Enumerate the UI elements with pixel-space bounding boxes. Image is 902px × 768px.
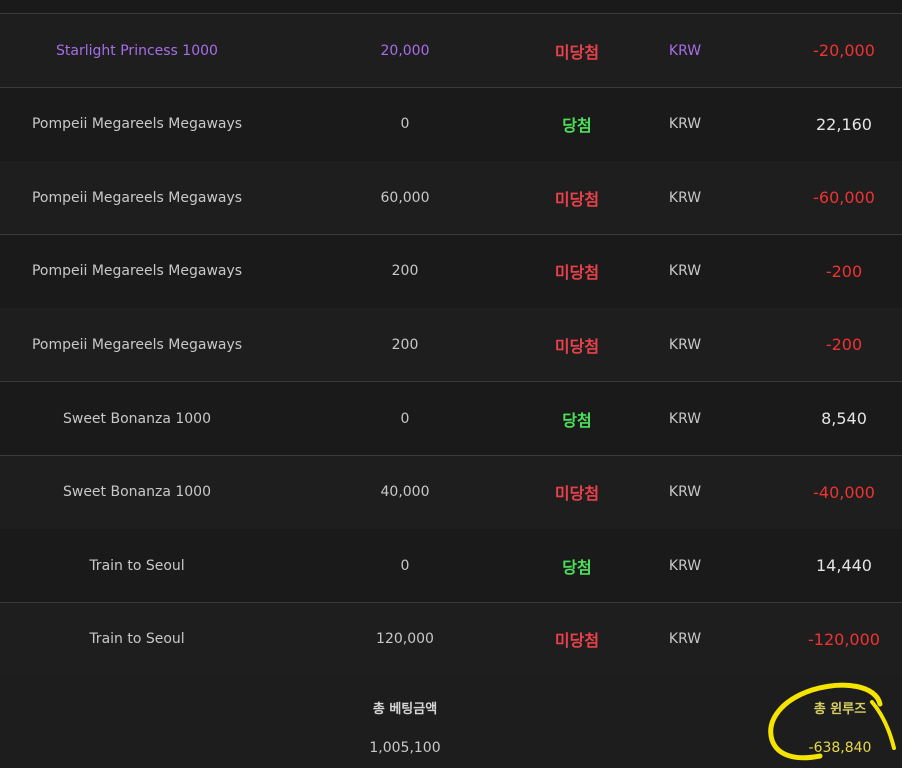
bet-amount-cell: 60,000: [380, 189, 430, 206]
total-winloss-value: -638,840: [808, 740, 872, 756]
game-name-cell: Sweet Bonanza 1000: [62, 484, 211, 501]
result-status-cell: 당첨: [562, 116, 592, 136]
game-name-cell: Train to Seoul: [89, 557, 185, 574]
table-row: Pompeii Megareels Megaways 200 미당첨 KRW -200: [0, 308, 902, 383]
bet-amount-cell: 40,000: [380, 484, 430, 501]
total-winloss-label: 총 윈루즈: [813, 702, 867, 717]
result-status-cell: 미당첨: [554, 336, 600, 356]
game-name-cell: Pompeii Megareels Megaways: [31, 116, 243, 133]
result-status-cell: 미당첨: [554, 189, 600, 209]
bet-amount-cell: 200: [391, 263, 419, 280]
currency-cell: KRW: [668, 336, 702, 353]
game-name-cell: Pompeii Megareels Megaways: [31, 263, 243, 280]
bet-history-table: Starlight Princess 1000 20,000 미당첨 KRW -20,0…: [0, 0, 902, 768]
table-row: Pompeii Megareels Megaways 60,000 미당첨 KRW -6…: [0, 161, 902, 236]
game-name-cell: Sweet Bonanza 1000: [62, 410, 211, 427]
result-status-cell: 당첨: [562, 557, 592, 577]
table-row: Starlight Princess 1000 20,000 미당첨 KRW -20,0…: [0, 14, 902, 88]
currency-cell: KRW: [668, 410, 702, 427]
bet-amount-cell: 20,000: [380, 42, 430, 59]
table-row: Train to Seoul 0 당첨 KRW 14,440: [0, 529, 902, 604]
table-row: Sweet Bonanza 1000 40,000 미당첨 KRW -40,000: [0, 455, 902, 530]
winloss-cell: 22,160: [816, 114, 872, 134]
winloss-cell: -20,000: [813, 41, 875, 60]
game-name-cell: Train to Seoul: [89, 631, 185, 648]
currency-cell: KRW: [668, 189, 702, 206]
winloss-cell: -60,000: [813, 188, 875, 208]
winloss-cell: 8,540: [821, 409, 867, 428]
winloss-cell: -200: [825, 261, 863, 281]
currency-cell: KRW: [668, 263, 702, 280]
winloss-cell: 14,440: [816, 556, 872, 576]
currency-cell: KRW: [668, 42, 702, 59]
table-row: Pompeii Megareels Megaways 200 미당첨 KRW -200: [0, 234, 902, 309]
bet-amount-cell: 0: [400, 557, 410, 574]
currency-cell: KRW: [668, 631, 702, 648]
bet-amount-cell: 120,000: [376, 631, 434, 648]
result-status-cell: 미당첨: [554, 631, 600, 651]
result-status-cell: 미당첨: [554, 484, 600, 504]
total-bet-value: 1,005,100: [369, 740, 441, 756]
result-status-cell: 당첨: [562, 410, 592, 430]
bet-amount-cell: 200: [391, 336, 419, 353]
table-row: Sweet Bonanza 1000 0 당첨 KRW 8,540: [0, 382, 902, 456]
table-row: Pompeii Megareels Megaways 0 당첨 KRW 22,160: [0, 87, 902, 162]
game-name-cell: Pompeii Megareels Megaways: [31, 336, 243, 353]
game-name-cell: Pompeii Megareels Megaways: [31, 189, 243, 206]
game-name-cell: Starlight Princess 1000: [56, 42, 218, 59]
currency-cell: KRW: [668, 484, 702, 501]
bet-amount-cell: 0: [400, 410, 410, 427]
table-summary-footer: 총 베팅금액 1,005,100 총 윈루즈 -638,840: [0, 676, 902, 768]
winloss-cell: -120,000: [808, 629, 880, 649]
result-status-cell: 미당첨: [554, 42, 600, 62]
winloss-cell: -40,000: [813, 482, 875, 502]
result-status-cell: 미당첨: [554, 263, 600, 283]
total-bet-label: 총 베팅금액: [372, 702, 438, 717]
winloss-cell: -200: [825, 335, 863, 355]
currency-cell: KRW: [668, 557, 702, 574]
table-row: Train to Seoul 120,000 미당첨 KRW -120,000: [0, 602, 902, 677]
currency-cell: KRW: [668, 116, 702, 133]
bet-amount-cell: 0: [400, 116, 410, 133]
